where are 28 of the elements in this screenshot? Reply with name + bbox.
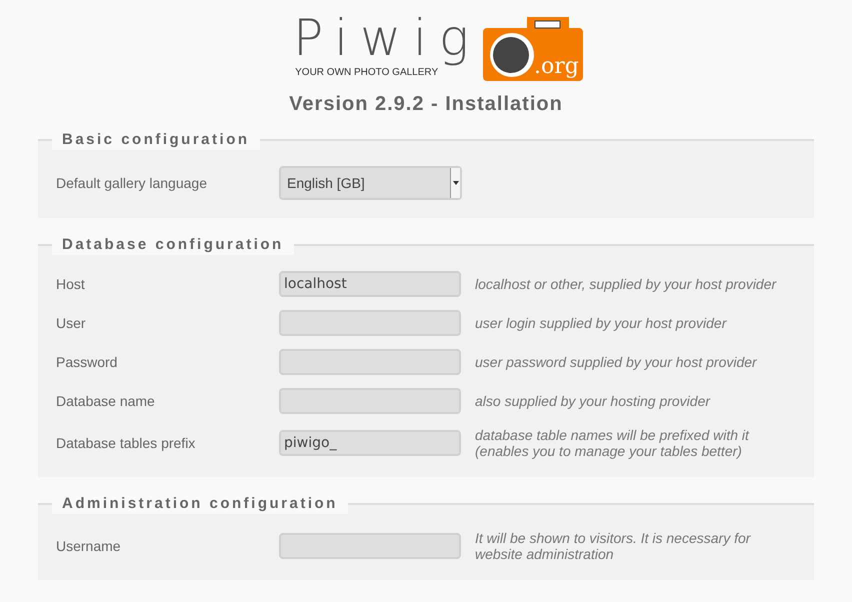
field-hint: localhost or other, supplied by your host provider [475, 276, 778, 292]
logo-wordmark: Piwig [293, 9, 481, 67]
field-hint: also supplied by your hosting provider [475, 393, 712, 409]
section-legend: Basic configuration [52, 130, 260, 150]
input-field[interactable] [279, 388, 461, 414]
field-hint: database table names will be prefixed with it (enables you to manage your tables better) [475, 427, 750, 459]
input-field[interactable] [279, 349, 461, 375]
field-label: Host [55, 274, 86, 294]
field-label: User [55, 314, 87, 332]
field-label: Database name [55, 392, 156, 410]
logo-suffix: .org [534, 55, 579, 79]
field-hint: user password supplied by your host provider [475, 354, 758, 370]
input-field[interactable]: localhost [279, 271, 461, 297]
field-hint: It will be shown to visitors. It is necessary for website administration [475, 530, 752, 562]
field-hint: user login supplied by your host provider [475, 315, 728, 331]
page-title: Version 2.9.2 - Installation [289, 92, 563, 117]
field-label: Database tables prefix [55, 434, 196, 453]
field-label: Username [55, 536, 122, 556]
input-field[interactable]: piwigo_ [279, 430, 461, 456]
input-field[interactable] [279, 310, 461, 336]
field-label: Default gallery language [55, 174, 208, 193]
section-legend: Administration configuration [52, 494, 348, 514]
camera-icon [482, 17, 583, 81]
logo-tagline: YOUR OWN PHOTO GALLERY [295, 67, 438, 79]
language-select[interactable]: English [GB] [279, 166, 462, 200]
section-legend: Database configuration [52, 235, 294, 255]
field-label: Password [55, 352, 118, 372]
input-field[interactable] [279, 533, 461, 559]
